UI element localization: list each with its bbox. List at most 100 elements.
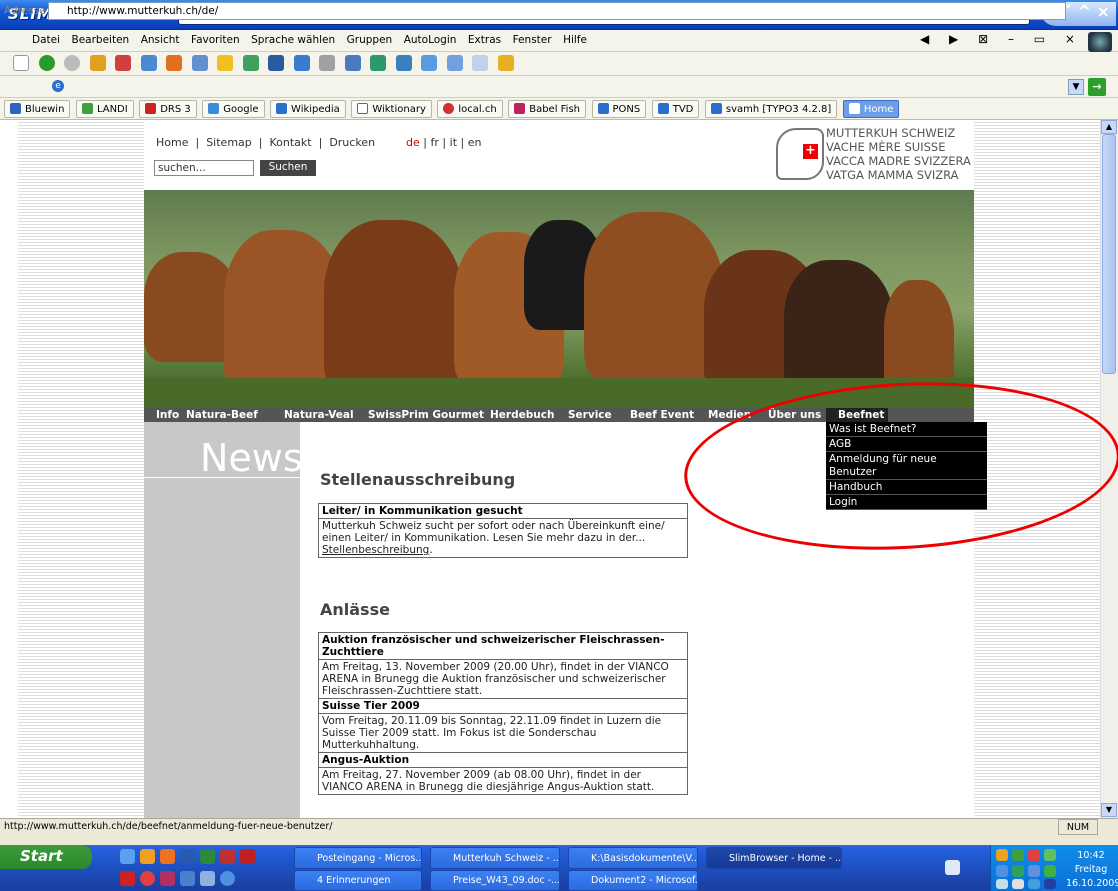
history-icon[interactable] [242, 55, 259, 71]
fav-wikipedia[interactable]: Wikipedia [270, 100, 346, 118]
mdi-controls[interactable]: ◀ ▶ ⊠ – ▭ × [920, 32, 1083, 46]
tray-icon[interactable] [1044, 849, 1056, 861]
tray-icon[interactable] [1012, 849, 1024, 861]
task-mutterkuh[interactable]: Mutterkuh Schweiz - ... [430, 847, 560, 869]
stop-icon[interactable] [115, 55, 131, 71]
home-icon[interactable] [166, 55, 182, 71]
fav-google[interactable]: Google [202, 100, 265, 118]
link-kontakt[interactable]: Kontakt [269, 136, 311, 149]
edit-icon[interactable] [344, 55, 361, 71]
task-preise-doc[interactable]: Preise_W43_09.doc -... [430, 870, 560, 891]
menu-autologin[interactable]: AutoLogin [400, 30, 461, 46]
window-icon[interactable] [421, 55, 437, 71]
search-input[interactable]: suchen... [154, 160, 254, 176]
new-page-icon[interactable] [13, 55, 29, 71]
translate-icon[interactable] [395, 55, 412, 71]
menu-fenster[interactable]: Fenster [509, 30, 556, 46]
fav-drs3[interactable]: DRS 3 [139, 100, 197, 118]
tray-icon[interactable] [1044, 865, 1056, 877]
tray-icon[interactable] [996, 879, 1008, 889]
quicklaunch-pdf-icon[interactable] [120, 871, 135, 886]
quicklaunch-word-icon[interactable] [180, 849, 195, 864]
lang-it[interactable]: it [450, 136, 457, 149]
nav-natura-beef[interactable]: Natura-Beef [186, 408, 258, 422]
stellenbeschreibung-link[interactable]: Stellenbeschreibung [322, 544, 429, 556]
back-icon[interactable] [38, 55, 55, 71]
fav-landi[interactable]: LANDI [75, 100, 134, 118]
quicklaunch-settings-icon[interactable] [220, 871, 235, 886]
scrollbar-thumb[interactable] [1102, 134, 1116, 374]
favorites-icon[interactable] [217, 55, 233, 71]
menu-ansicht[interactable]: Ansicht [137, 30, 184, 46]
quicklaunch-ie-icon[interactable] [120, 849, 135, 864]
group-icon[interactable] [268, 55, 284, 71]
forward-icon[interactable] [64, 55, 80, 71]
menu-gruppen[interactable]: Gruppen [343, 30, 397, 46]
search-button[interactable]: Suchen [260, 160, 316, 176]
menu-hilfe[interactable]: Hilfe [559, 30, 591, 46]
menu-bearbeiten[interactable]: Bearbeiten [68, 30, 134, 46]
clock[interactable]: 10:42 Freitag 16.10.2009 [1066, 849, 1118, 891]
up-icon[interactable] [89, 55, 106, 71]
fav-tvd[interactable]: TVD [651, 100, 700, 118]
fav-babelfish[interactable]: Babel Fish [508, 100, 586, 118]
quicklaunch-outlook-icon[interactable] [160, 849, 175, 864]
lang-en[interactable]: en [468, 136, 482, 149]
menu-extras[interactable]: Extras [464, 30, 505, 46]
nav-info[interactable]: Info [156, 408, 179, 422]
lang-fr[interactable]: fr [431, 136, 439, 149]
fav-svamh[interactable]: svamh [TYPO3 4.2.8] [704, 100, 838, 118]
nav-natura-veal[interactable]: Natura-Veal [284, 408, 354, 422]
tray-icon[interactable] [996, 849, 1008, 861]
tray-icon[interactable] [1012, 879, 1024, 889]
task-dokument2[interactable]: Dokument2 - Microsof... [568, 870, 698, 891]
quicklaunch-firefox-icon[interactable] [140, 849, 155, 864]
quicklaunch-window-icon[interactable] [200, 871, 215, 886]
clean-icon[interactable] [497, 55, 514, 71]
fav-home-tab[interactable]: Home [842, 100, 900, 118]
tools-icon[interactable] [370, 55, 386, 71]
tray-icon[interactable] [1044, 879, 1056, 889]
tray-icon[interactable] [1012, 865, 1024, 877]
menu-favoriten[interactable]: Favoriten [187, 30, 244, 46]
tray-icon[interactable] [1028, 865, 1040, 877]
fav-pons[interactable]: PONS [591, 100, 647, 118]
site-logo[interactable]: MUTTERKUH SCHWEIZ VACHE MÈRE SUISSE VACC… [826, 126, 971, 182]
quicklaunch-onenote-icon[interactable] [160, 871, 175, 886]
lang-de[interactable]: de [406, 136, 420, 149]
start-button[interactable]: Start [0, 845, 92, 869]
cascade-icon[interactable] [472, 55, 488, 71]
link-home[interactable]: Home [156, 136, 188, 149]
help-icon[interactable] [945, 860, 960, 875]
quicklaunch-acrobat-icon[interactable] [240, 849, 255, 864]
tray-icon[interactable] [1028, 849, 1040, 861]
tray-icon[interactable] [1028, 879, 1040, 889]
scroll-up-button[interactable]: ▲ [1101, 120, 1117, 134]
task-erinnerungen[interactable]: 4 Erinnerungen [294, 870, 422, 891]
scroll-down-button[interactable]: ▼ [1101, 803, 1117, 817]
task-basisdokumente[interactable]: K:\Basisdokumente\V... [568, 847, 698, 869]
search-icon[interactable] [191, 55, 208, 71]
nav-service[interactable]: Service [568, 408, 612, 422]
nav-swissprim-gourmet[interactable]: SwissPrim Gourmet [368, 408, 484, 422]
tray-icon[interactable] [996, 865, 1008, 877]
quicklaunch-desktop-icon[interactable] [180, 871, 195, 886]
task-slimbrowser[interactable]: SlimBrowser - Home - ... [706, 847, 842, 869]
menu-datei[interactable]: Datei [28, 30, 64, 46]
link-sitemap[interactable]: Sitemap [206, 136, 252, 149]
refresh-icon[interactable] [140, 55, 157, 71]
menu-sprache[interactable]: Sprache wählen [247, 30, 339, 46]
tile-icon[interactable] [446, 55, 463, 71]
print-icon[interactable] [319, 55, 335, 71]
quicklaunch-excel-icon[interactable] [200, 849, 215, 864]
mail-icon[interactable] [293, 55, 310, 71]
task-posteingang[interactable]: Posteingang - Micros... [294, 847, 422, 869]
address-dropdown-button[interactable]: ▼ [1068, 79, 1084, 95]
go-button[interactable]: → [1088, 78, 1106, 96]
fav-bluewin[interactable]: Bluewin [4, 100, 71, 118]
quicklaunch-opera-icon[interactable] [140, 871, 155, 886]
nav-beef-event[interactable]: Beef Event [630, 408, 694, 422]
link-drucken[interactable]: Drucken [329, 136, 375, 149]
fav-wiktionary[interactable]: Wiktionary [351, 100, 432, 118]
fav-local[interactable]: local.ch [437, 100, 503, 118]
